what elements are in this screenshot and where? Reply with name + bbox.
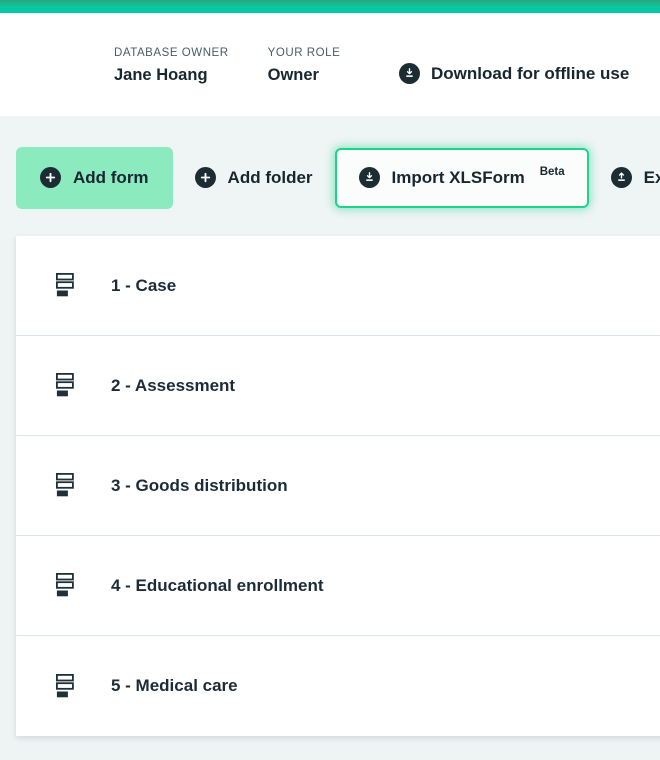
download-offline-button[interactable]: Download for offline use [399, 63, 629, 84]
export-label: Export [643, 167, 660, 187]
import-xlsform-beta-badge: Beta [539, 165, 565, 178]
actions-toolbar: Add form Add folder Import XLSForm Beta … [0, 116, 660, 239]
form-stack-icon [56, 573, 74, 597]
download-offline-label: Download for offline use [431, 63, 630, 83]
your-role-label: YOUR ROLE [267, 47, 341, 59]
database-header: DATABASE OWNER Jane Hoang YOUR ROLE Owne… [0, 13, 660, 116]
list-item-label: 4 - Educational enrollment [111, 575, 324, 595]
list-item-label: 3 - Goods distribution [111, 475, 288, 495]
list-item-label: 5 - Medical care [111, 676, 238, 695]
export-button[interactable]: Export [589, 148, 660, 208]
add-form-button[interactable]: Add form [16, 146, 173, 209]
database-owner-block: DATABASE OWNER Jane Hoang [114, 45, 229, 88]
database-owner-value: Jane Hoang [114, 66, 208, 84]
add-form-label: Add form [73, 167, 149, 187]
add-folder-button[interactable]: Add folder [173, 148, 335, 208]
forms-list-card: 1 - Case 2 - Assessment 3 - Goods distri… [16, 236, 660, 736]
plus-circle-icon [40, 167, 61, 188]
top-accent-bar [0, 0, 660, 13]
add-folder-label: Add folder [227, 167, 313, 187]
list-item[interactable]: 2 - Assessment [16, 336, 660, 436]
download-circle-icon [358, 167, 380, 188]
your-role-block: YOUR ROLE Owner [268, 45, 341, 88]
list-item[interactable]: 1 - Case [16, 236, 660, 336]
form-stack-icon [56, 373, 74, 397]
your-role-value: Owner [267, 66, 319, 84]
list-item[interactable]: 3 - Goods distribution [16, 436, 660, 536]
form-stack-icon [56, 473, 74, 497]
list-item-label: 1 - Case [111, 275, 177, 295]
import-xlsform-button[interactable]: Import XLSForm Beta [334, 147, 589, 208]
import-xlsform-label: Import XLSForm [391, 167, 525, 187]
upload-circle-icon [610, 167, 632, 188]
form-stack-icon [56, 273, 74, 297]
list-item-label: 2 - Assessment [111, 375, 236, 395]
download-circle-icon [399, 63, 420, 84]
list-item[interactable]: 5 - Medical care [16, 636, 660, 736]
plus-circle-icon [194, 167, 216, 188]
form-stack-icon [56, 673, 74, 697]
database-owner-label: DATABASE OWNER [114, 47, 229, 59]
list-item[interactable]: 4 - Educational enrollment [16, 536, 660, 636]
